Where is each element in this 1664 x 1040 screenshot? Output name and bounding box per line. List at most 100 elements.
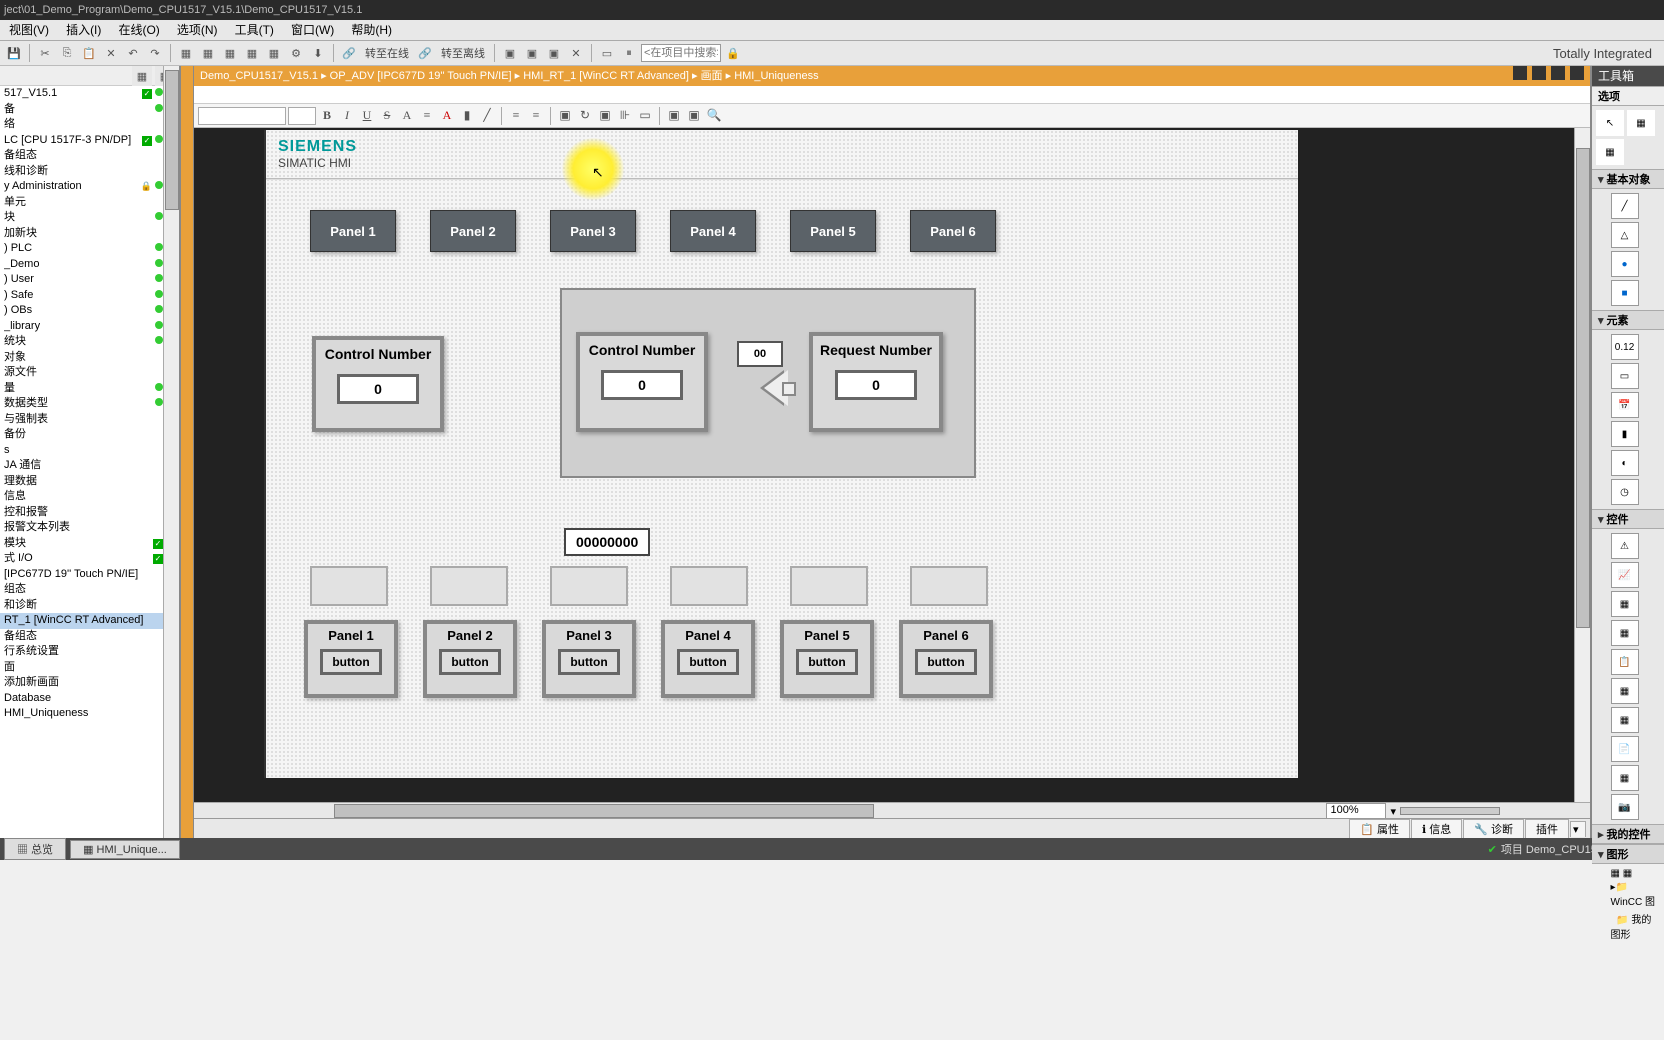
tb-icon[interactable]: ▦ <box>176 43 196 63</box>
control-icon[interactable]: ▦ <box>1611 765 1639 791</box>
panel-inner-button[interactable]: button <box>558 649 620 675</box>
menu-help[interactable]: 帮助(H) <box>344 23 399 37</box>
tree-item[interactable]: 模块✓ <box>0 536 179 552</box>
tree-item[interactable]: y Administration🔒 <box>0 179 179 195</box>
tb-icon[interactable]: ▦ <box>220 43 240 63</box>
tree-item[interactable]: 加新块 <box>0 226 179 242</box>
panel-button-top[interactable]: Panel 2 <box>430 210 516 252</box>
underline-icon[interactable]: U <box>358 107 376 125</box>
tree-item[interactable]: 报警文本列表 <box>0 520 179 536</box>
tab-properties[interactable]: 📋 属性 <box>1349 819 1410 838</box>
line-icon[interactable]: ╱ <box>478 107 496 125</box>
tab-diagnostics[interactable]: 🔧 诊断 <box>1463 819 1524 838</box>
tree-item[interactable]: Database <box>0 691 179 707</box>
crumb-screens[interactable]: 画面 <box>701 70 723 82</box>
indicator-slot[interactable] <box>430 566 508 606</box>
tree-item[interactable]: _library <box>0 319 179 335</box>
tree-btn-icon[interactable]: ▦ <box>132 66 152 86</box>
tree-item[interactable]: s <box>0 443 179 459</box>
align-icon[interactable]: ≡ <box>418 107 436 125</box>
panel-inner-button[interactable]: button <box>320 649 382 675</box>
crumb-project[interactable]: Demo_CPU1517_V15.1 <box>200 70 318 82</box>
tree-item[interactable]: 络 <box>0 117 179 133</box>
zoom-level[interactable]: 100% <box>1326 803 1386 819</box>
request-number-value[interactable]: 0 <box>835 370 917 400</box>
tb-icon[interactable]: ▦ <box>198 43 218 63</box>
font-color-icon[interactable]: A <box>438 107 456 125</box>
indicator-slot[interactable] <box>790 566 868 606</box>
bold-icon[interactable]: B <box>318 107 336 125</box>
request-number-frame[interactable]: Request Number 0 <box>809 332 943 432</box>
tree-item[interactable]: 块 <box>0 210 179 226</box>
tree-item[interactable]: 对象 <box>0 350 179 366</box>
align-icon[interactable]: ≡ <box>507 107 525 125</box>
redo-icon[interactable]: ↷ <box>145 43 165 63</box>
taskbar-overview[interactable]: ▦ 总览 <box>4 838 66 860</box>
font-icon[interactable]: A <box>398 107 416 125</box>
search-go-icon[interactable]: 🔒 <box>723 43 743 63</box>
tree-item[interactable]: 量 <box>0 381 179 397</box>
taskbar-screen[interactable]: ▦ HMI_Unique... <box>70 840 180 859</box>
gauge-icon[interactable]: ◷ <box>1611 479 1639 505</box>
tree-item[interactable]: 统块 <box>0 334 179 350</box>
compile-icon[interactable]: ⚙ <box>286 43 306 63</box>
panel-button-frame-bottom[interactable]: Panel 5button <box>780 620 874 698</box>
menu-options[interactable]: 选项(N) <box>170 23 225 37</box>
tree-item[interactable]: 控和报警 <box>0 505 179 521</box>
control-icon[interactable]: ▦ <box>1611 707 1639 733</box>
tree-item[interactable]: 行系统设置 <box>0 644 179 660</box>
control-number-frame-left[interactable]: Control Number 0 <box>312 336 444 432</box>
panel-button-frame-bottom[interactable]: Panel 4button <box>661 620 755 698</box>
unlink-icon[interactable]: 🔗 <box>415 43 435 63</box>
indicator-slot[interactable] <box>550 566 628 606</box>
tool-icon[interactable]: ▦ <box>1596 139 1624 165</box>
tree-item[interactable]: ) OBs <box>0 303 179 319</box>
trend-icon[interactable]: 📈 <box>1611 562 1639 588</box>
indicator-slot[interactable] <box>910 566 988 606</box>
my-graphics-folder[interactable]: 📁 我的图形 <box>1611 911 1660 941</box>
menu-tools[interactable]: 工具(T) <box>228 23 281 37</box>
panel-button-top[interactable]: Panel 1 <box>310 210 396 252</box>
tree-item[interactable]: 组态 <box>0 582 179 598</box>
tb-icon[interactable]: ▦ <box>264 43 284 63</box>
arrange-icon[interactable]: ▣ <box>556 107 574 125</box>
pointer-icon[interactable]: ↖ <box>1596 110 1624 136</box>
switch-icon[interactable]: ◐ <box>1611 450 1639 476</box>
align-icon[interactable]: ≡ <box>527 107 545 125</box>
tree-item[interactable]: 备 <box>0 102 179 118</box>
tree-item[interactable]: 备组态 <box>0 629 179 645</box>
project-tree[interactable]: ▦ ▦ 517_V15.1✓备络LC [CPU 1517F-3 PN/DP]✓备… <box>0 66 180 838</box>
rectangle-icon[interactable]: ■ <box>1611 280 1639 306</box>
zoom-slider[interactable] <box>1400 807 1500 815</box>
button-element-icon[interactable]: ▭ <box>1611 363 1639 389</box>
tree-item[interactable]: 与强制表 <box>0 412 179 428</box>
strike-icon[interactable]: S <box>378 107 396 125</box>
link-icon[interactable]: 🔗 <box>339 43 359 63</box>
section-elements[interactable]: ▾元素 <box>1592 310 1664 330</box>
tree-item[interactable]: 信息 <box>0 489 179 505</box>
control-number-value[interactable]: 0 <box>337 374 419 404</box>
layer-icon[interactable]: ▣ <box>685 107 703 125</box>
tree-item[interactable]: 面 <box>0 660 179 676</box>
tb-icon[interactable]: ⏸ <box>619 43 639 63</box>
tree-item[interactable]: 单元 <box>0 195 179 211</box>
tab-info[interactable]: ℹ 信息 <box>1411 819 1462 838</box>
section-basic-objects[interactable]: ▾基本对象 <box>1592 169 1664 189</box>
section-controls[interactable]: ▾控件 <box>1592 509 1664 529</box>
tree-item[interactable]: [IPC677D 19'' Touch PN/IE] <box>0 567 179 583</box>
project-search-input[interactable] <box>641 44 721 62</box>
menu-window[interactable]: 窗口(W) <box>284 23 341 37</box>
tree-item[interactable]: 添加新画面 <box>0 675 179 691</box>
line-shape-icon[interactable]: ╱ <box>1611 193 1639 219</box>
tree-item[interactable]: 备组态 <box>0 148 179 164</box>
tree-item[interactable]: ) Safe <box>0 288 179 304</box>
indicator-slot[interactable] <box>670 566 748 606</box>
section-my-controls[interactable]: ▸我的控件 <box>1592 824 1664 844</box>
tree-scrollbar[interactable] <box>163 66 179 838</box>
menu-insert[interactable]: 插入(I) <box>59 23 108 37</box>
toolbox-options[interactable]: 选项 <box>1592 86 1664 106</box>
panel-inner-button[interactable]: button <box>677 649 739 675</box>
tree-item[interactable]: 517_V15.1✓ <box>0 86 179 102</box>
crumb-rt[interactable]: HMI_RT_1 [WinCC RT Advanced] <box>523 70 689 82</box>
tree-item[interactable]: 理数据 <box>0 474 179 490</box>
